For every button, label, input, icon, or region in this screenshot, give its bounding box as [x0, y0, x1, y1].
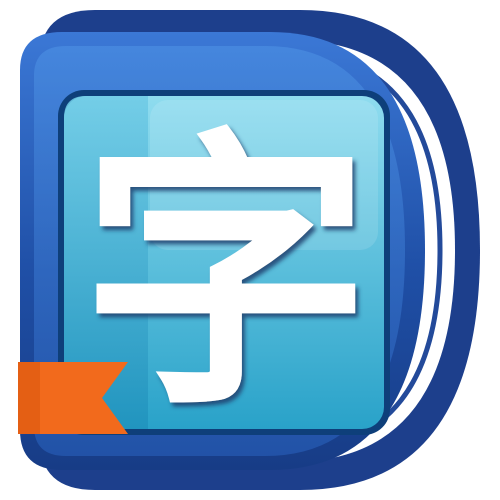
app-icon: 字: [0, 0, 500, 500]
bookmark-ribbon-fold: [18, 362, 40, 434]
glyph-character: 字: [81, 104, 371, 444]
book-icon: 字: [18, 10, 480, 490]
